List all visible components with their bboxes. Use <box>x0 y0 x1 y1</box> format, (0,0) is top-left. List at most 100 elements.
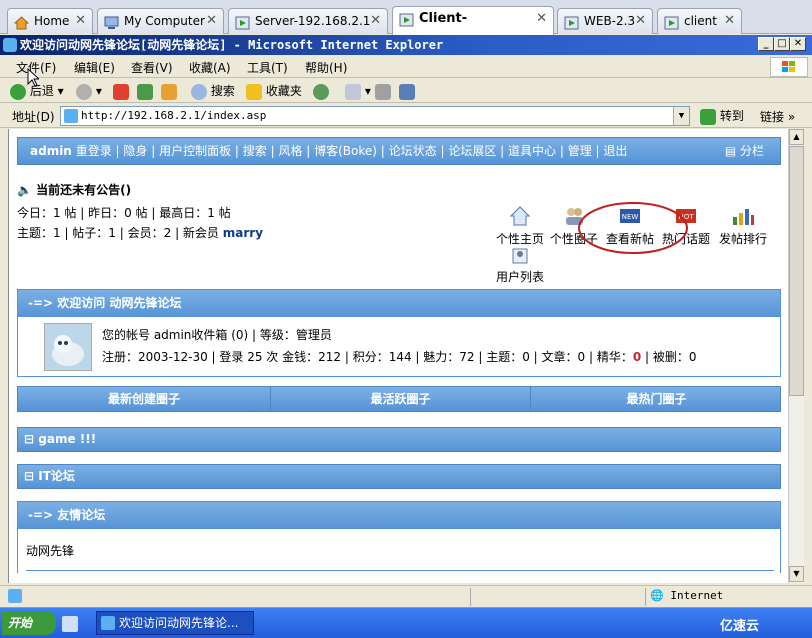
taskbar-ie-window[interactable]: 欢迎访问动网先锋论... <box>96 611 254 635</box>
go-button[interactable]: 转到 <box>700 107 744 125</box>
start-label: 开始 <box>8 616 33 630</box>
forward-button[interactable]: ▾ <box>76 82 102 100</box>
scroll-down-button[interactable]: ▼ <box>789 566 804 582</box>
search-button[interactable]: 搜索 <box>191 82 235 100</box>
forum-nav-bar: admin 重登录 | 隐身 | 用户控制面板 | 搜索 | 风格 | 博客(B… <box>17 137 781 165</box>
nav-link[interactable]: 管理 <box>568 144 592 158</box>
address-dropdown-icon[interactable]: ▼ <box>673 107 689 125</box>
windows-logo-icon <box>770 57 808 77</box>
nav-link[interactable]: admin <box>30 144 72 158</box>
tab-web[interactable]: WEB-2.3 ✕ <box>557 8 653 34</box>
friend-forum-link[interactable]: 动网先锋 <box>26 542 74 559</box>
registration-text: 注册：2003-12-30 | 登录 25 次 金钱：212 | 积分：144 … <box>102 350 633 364</box>
history-button[interactable] <box>313 82 329 100</box>
menu-edit[interactable]: 编辑(E) <box>74 59 115 76</box>
ie-icon <box>101 616 115 630</box>
forum-nav-links: admin 重登录 | 隐身 | 用户控制面板 | 搜索 | 风格 | 博客(B… <box>30 144 627 158</box>
nav-separator: | <box>266 144 279 158</box>
welcome-panel: -=> 欢迎访问 动网先锋论坛 您的帐号 admin收件箱 (0) | 等级：管… <box>17 289 781 377</box>
tab-close-icon[interactable]: ✕ <box>206 9 217 33</box>
tab-close-icon[interactable]: ✕ <box>75 9 86 33</box>
nav-link[interactable]: 道具中心 <box>508 144 556 158</box>
window-title-bar: 欢迎访问动网先锋论坛[动网先锋论坛] - Microsoft Internet … <box>0 35 812 55</box>
menu-help[interactable]: 帮助(H) <box>305 59 347 76</box>
elite-count: 0 <box>632 350 642 364</box>
post-ranking-label: 发帖排行 <box>718 232 767 246</box>
hottest-circles-tab[interactable]: 最热门圈子 <box>530 387 782 411</box>
most-active-circles-tab[interactable]: 最活跃圈子 <box>270 387 530 411</box>
tab-home[interactable]: Home ✕ <box>7 8 93 34</box>
bar-chart-icon <box>733 209 754 225</box>
back-arrow-icon <box>10 83 26 100</box>
tab-close-icon[interactable]: ✕ <box>536 7 547 31</box>
nav-link[interactable]: 风格 <box>278 144 302 158</box>
address-label: 地址(D) <box>12 110 55 124</box>
post-ranking-link[interactable]: 发帖排行 <box>715 205 771 247</box>
nav-link[interactable]: 退出 <box>603 144 627 158</box>
personal-home-link[interactable]: 个性主页 <box>495 205 545 247</box>
newest-circles-tab[interactable]: 最新创建圈子 <box>18 387 270 411</box>
menu-favorites[interactable]: 收藏(A) <box>189 59 231 76</box>
board-it[interactable]: ⊟ IT论坛 <box>17 464 781 489</box>
status-bar: 🌐 Internet <box>0 585 812 607</box>
close-button[interactable]: ✕ <box>790 37 806 51</box>
nav-link[interactable]: 隐身 <box>123 144 147 158</box>
menu-tools[interactable]: 工具(T) <box>247 59 288 76</box>
tab-client[interactable]: client ✕ <box>657 8 742 34</box>
nav-link[interactable]: 论坛展区 <box>448 144 496 158</box>
registration-line: 注册：2003-12-30 | 登录 25 次 金钱：212 | 积分：144 … <box>102 348 697 365</box>
vertical-scrollbar[interactable]: ▲ ▼ <box>788 129 804 583</box>
new-member-link[interactable]: marry <box>223 226 263 240</box>
tab-label: Server-192.168.2.1 <box>255 14 371 28</box>
stop-button[interactable] <box>113 82 129 100</box>
nav-link[interactable]: 论坛状态 <box>389 144 437 158</box>
tab-close-icon[interactable]: ✕ <box>724 9 735 33</box>
quick-launch-ie-icon[interactable] <box>62 616 78 632</box>
tab-my-computer[interactable]: My Computer ✕ <box>97 8 224 34</box>
print-icon <box>375 83 391 100</box>
edit-button[interactable] <box>399 82 415 100</box>
minimize-button[interactable]: _ <box>758 37 774 51</box>
vm-play-icon <box>235 14 250 30</box>
tab-close-icon[interactable]: ✕ <box>370 9 381 33</box>
nav-link[interactable]: 搜索 <box>243 144 267 158</box>
maximize-button[interactable]: □ <box>774 37 790 51</box>
mouse-cursor-icon <box>27 68 39 87</box>
ie-icon <box>3 38 17 52</box>
nav-separator: | <box>556 144 568 158</box>
split-view-button[interactable]: ▤ 分栏 <box>725 138 764 164</box>
links-button[interactable]: 链接 » <box>760 108 795 125</box>
nav-link[interactable]: 博客(Boke) <box>314 144 377 158</box>
tab-label: client <box>684 14 717 28</box>
nav-separator: | <box>111 144 124 158</box>
status-panes <box>470 588 646 606</box>
collapse-icon[interactable]: ⊟ <box>24 432 34 446</box>
scroll-up-button[interactable]: ▲ <box>789 129 804 145</box>
board-game[interactable]: ⊟ game !!! <box>17 427 781 452</box>
nav-link[interactable]: 重登录 <box>76 144 112 158</box>
highlight-ellipse <box>578 202 688 254</box>
collapse-icon[interactable]: ⊟ <box>24 469 34 483</box>
scroll-thumb[interactable] <box>789 146 804 396</box>
menu-view[interactable]: 查看(V) <box>131 59 173 76</box>
refresh-icon <box>137 83 153 100</box>
nav-link[interactable]: 用户控制面板 <box>159 144 231 158</box>
refresh-button[interactable] <box>137 82 153 100</box>
tab-close-icon[interactable]: ✕ <box>635 9 646 33</box>
tab-client-active[interactable]: Client-192.168.2.20 ✕ <box>392 6 554 50</box>
address-input[interactable]: http://192.168.2.1/index.asp ▼ <box>60 106 690 126</box>
search-icon <box>191 83 207 100</box>
nav-separator: | <box>436 144 449 158</box>
watermark-logo: 亿速云 <box>720 619 760 634</box>
favorites-button[interactable]: 收藏夹 <box>246 82 302 100</box>
print-button[interactable] <box>375 82 391 100</box>
home-button[interactable] <box>161 82 177 100</box>
tab-server[interactable]: Server-192.168.2.1 ✕ <box>228 8 388 34</box>
board-game-label: game !!! <box>38 432 97 446</box>
favorites-label: 收藏夹 <box>265 84 302 98</box>
page-status-icon <box>8 589 22 603</box>
user-list-link[interactable]: 用户列表 <box>495 247 545 285</box>
start-button[interactable]: 开始 <box>2 611 56 635</box>
mail-button[interactable]: ▾ <box>345 82 371 100</box>
address-url: http://192.168.2.1/index.asp <box>81 109 267 122</box>
